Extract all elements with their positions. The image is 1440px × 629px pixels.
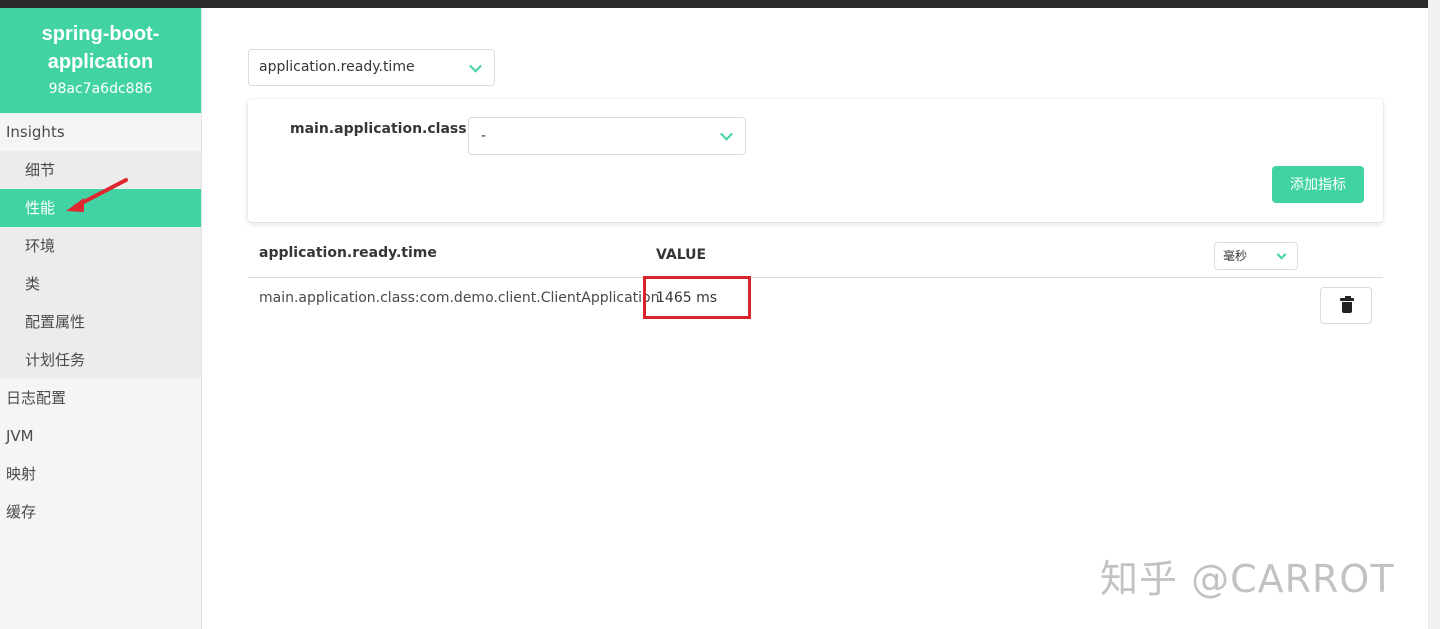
trash-icon [1340,296,1354,313]
main-content: application.ready.time main.application.… [202,8,1428,629]
unit-select[interactable]: 毫秒 [1214,242,1298,270]
tag-select-value: - [481,128,487,144]
unit-select-value: 毫秒 [1223,249,1248,263]
app-instance-id: 98ac7a6dc886 [48,81,153,97]
window-top-bar [0,0,1428,8]
table-row-name: main.application.class:com.demo.client.C… [259,290,660,306]
watermark-text: 知乎 @CARROT [1100,557,1395,601]
sidebar-item-scheduled-tasks[interactable]: 计划任务 [0,341,201,379]
delete-metric-button[interactable] [1320,287,1372,324]
metric-select[interactable]: application.ready.time [248,49,495,86]
app-header[interactable]: spring-boot-application 98ac7a6dc886 [0,8,201,113]
tag-select[interactable]: - [468,117,746,155]
nav-group-label[interactable]: Insights [0,113,201,151]
page-scrollbar[interactable] [1428,0,1440,629]
nav-group-insights: Insights 细节 性能 环境 类 配置属性 计划任务 [0,113,201,379]
add-metric-button[interactable]: 添加指标 [1272,166,1364,203]
sidebar-item-logging[interactable]: 日志配置 [0,379,201,417]
chevron-down-icon [1276,249,1287,260]
table-divider [248,277,1383,278]
sidebar-item-classes[interactable]: 类 [0,265,201,303]
table-header-metric: application.ready.time [259,245,437,261]
metric-select-value: application.ready.time [259,59,415,75]
sidebar-item-mappings[interactable]: 映射 [0,455,201,493]
tag-filter-card [248,99,1383,222]
table-header-value: VALUE [656,247,707,263]
app-name: spring-boot-application [41,23,160,73]
sidebar-item-caches[interactable]: 缓存 [0,493,201,531]
sidebar-item-jvm[interactable]: JVM [0,417,201,455]
sidebar-item-environment[interactable]: 环境 [0,227,201,265]
tag-label: main.application.class [290,121,467,137]
chevron-down-icon [469,59,482,73]
red-arrow-icon [66,178,128,212]
annotation-highlight-box [643,276,751,319]
sidebar: spring-boot-application 98ac7a6dc886 Ins… [0,8,202,629]
chevron-down-icon [720,127,733,141]
sidebar-item-config-props[interactable]: 配置属性 [0,303,201,341]
